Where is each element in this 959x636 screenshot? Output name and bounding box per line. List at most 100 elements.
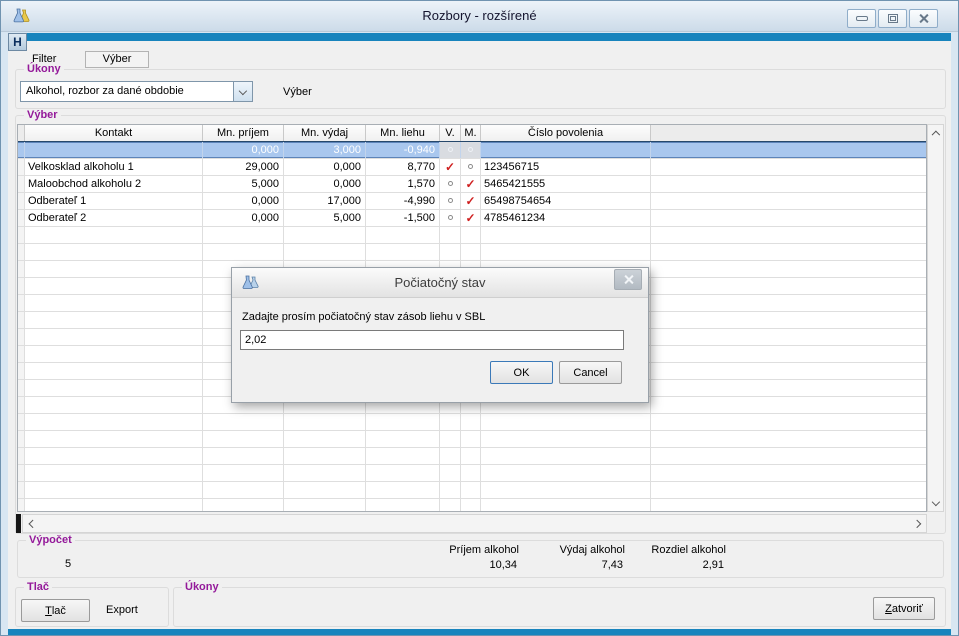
cell-liehu: -1,500	[366, 210, 440, 226]
cell-liehu	[366, 499, 440, 512]
cell-m	[461, 244, 481, 260]
ukony-group-label: Úkony	[24, 63, 64, 75]
cell-cislo: 5465421555	[481, 176, 651, 192]
scroll-left-button[interactable]	[23, 515, 40, 532]
cell-filler	[651, 176, 926, 192]
table-row[interactable]: Velkosklad alkoholu 129,0000,0008,770✓12…	[18, 159, 926, 176]
dialog-prompt: Zadajte prosím počiatočný stav zásob lie…	[242, 311, 485, 323]
cell-selcol	[18, 159, 25, 175]
cell-filler	[651, 193, 926, 209]
circle-icon	[448, 181, 453, 186]
cell-vydaj	[284, 227, 366, 243]
dialog-title-bar[interactable]: Počiatočný stav	[232, 268, 648, 298]
maximize-button[interactable]	[878, 9, 907, 28]
close-button-label: Zatvoriť	[885, 603, 923, 615]
action-combobox[interactable]: Alkohol, rozbor za dané obdobie	[20, 81, 253, 102]
cell-vydaj	[284, 431, 366, 447]
cell-selcol	[18, 414, 25, 430]
cell-filler	[651, 244, 926, 260]
cell-kontakt	[25, 499, 203, 512]
header-v[interactable]: V.	[440, 125, 461, 141]
cell-vydaj: 0,000	[284, 176, 366, 192]
cell-vydaj: 3,000	[284, 142, 366, 158]
cell-v	[440, 227, 461, 243]
cell-filler	[651, 482, 926, 498]
circle-icon	[448, 147, 453, 152]
cell-m	[461, 448, 481, 464]
cell-cislo	[481, 227, 651, 243]
cell-liehu: -0,940	[366, 142, 440, 158]
cell-filler	[651, 295, 926, 311]
cell-kontakt	[25, 397, 203, 413]
cell-filler	[651, 414, 926, 430]
cell-selcol	[18, 431, 25, 447]
cell-filler	[651, 159, 926, 175]
cell-v	[440, 142, 461, 158]
cell-liehu	[366, 448, 440, 464]
ok-button-label: OK	[514, 367, 530, 379]
header-kontakt[interactable]: Kontakt	[25, 125, 203, 141]
header-vydaj[interactable]: Mn. výdaj	[284, 125, 366, 141]
cell-filler	[651, 278, 926, 294]
check-icon: ✓	[445, 160, 455, 174]
h-button[interactable]: H	[8, 33, 27, 51]
cell-prijem	[203, 482, 284, 498]
maximize-icon	[888, 14, 898, 23]
horizontal-scrollbar[interactable]	[22, 514, 927, 533]
cell-m	[461, 431, 481, 447]
minimize-button[interactable]	[847, 9, 876, 28]
cell-prijem	[203, 465, 284, 481]
export-button[interactable]: Export	[106, 604, 138, 616]
cell-liehu	[366, 227, 440, 243]
tab-vyber[interactable]: Výber	[85, 51, 149, 68]
title-bar[interactable]: Rozbory - rozšírené	[1, 1, 958, 32]
cell-vydaj: 17,000	[284, 193, 366, 209]
close-button[interactable]: Zatvoriť	[873, 597, 935, 620]
table-row[interactable]: Maloobchod alkoholu 25,0000,0001,570✓546…	[18, 176, 926, 193]
accent-bar-bottom	[8, 629, 951, 635]
chevron-down-icon	[931, 498, 939, 506]
page-title: Rozbory - rozšírené	[1, 8, 958, 23]
cell-prijem	[203, 431, 284, 447]
table-row[interactable]: 0,0003,000-0,940	[18, 142, 926, 159]
metric-prijem-alkohol: Príjem alkohol 10,34	[399, 541, 519, 575]
dialog-title: Počiatočný stav	[232, 275, 648, 290]
cell-v	[440, 176, 461, 192]
header-selector	[18, 125, 25, 141]
header-liehu[interactable]: Mn. liehu	[366, 125, 440, 141]
cell-kontakt	[25, 227, 203, 243]
table-row[interactable]: Odberateľ 20,0005,000-1,500✓4785461234	[18, 210, 926, 227]
cell-kontakt: Maloobchod alkoholu 2	[25, 176, 203, 192]
ok-button[interactable]: OK	[490, 361, 553, 384]
scroll-down-button[interactable]	[928, 495, 943, 511]
scroll-up-button[interactable]	[928, 125, 943, 141]
vertical-scrollbar[interactable]	[927, 124, 944, 512]
metric-rozdiel-alkohol: Rozdiel alkohol 2,91	[606, 541, 726, 575]
cell-kontakt	[25, 431, 203, 447]
cell-vydaj	[284, 448, 366, 464]
table-row[interactable]: Odberateľ 10,00017,000-4,990✓65498754654	[18, 193, 926, 210]
header-cislo[interactable]: Číslo povolenia	[481, 125, 651, 141]
cell-filler	[651, 448, 926, 464]
print-button[interactable]: Tlač	[21, 599, 90, 622]
splitter-handle[interactable]	[16, 514, 21, 533]
cell-cislo: 65498754654	[481, 193, 651, 209]
cell-filler	[651, 380, 926, 396]
close-window-button[interactable]	[909, 9, 938, 28]
cancel-button[interactable]: Cancel	[559, 361, 622, 384]
initial-state-input[interactable]	[240, 330, 624, 350]
accent-bar-top	[8, 33, 951, 41]
cell-selcol	[18, 193, 25, 209]
header-m[interactable]: M.	[461, 125, 481, 141]
combobox-dropdown-button[interactable]	[233, 82, 252, 101]
cell-selcol	[18, 295, 25, 311]
cell-filler	[651, 312, 926, 328]
cell-m	[461, 482, 481, 498]
scroll-right-button[interactable]	[909, 515, 926, 532]
dialog-close-button[interactable]	[614, 269, 642, 290]
cell-filler	[651, 227, 926, 243]
cell-filler	[651, 363, 926, 379]
header-prijem[interactable]: Mn. príjem	[203, 125, 284, 141]
cell-kontakt	[25, 312, 203, 328]
cell-cislo: 4785461234	[481, 210, 651, 226]
